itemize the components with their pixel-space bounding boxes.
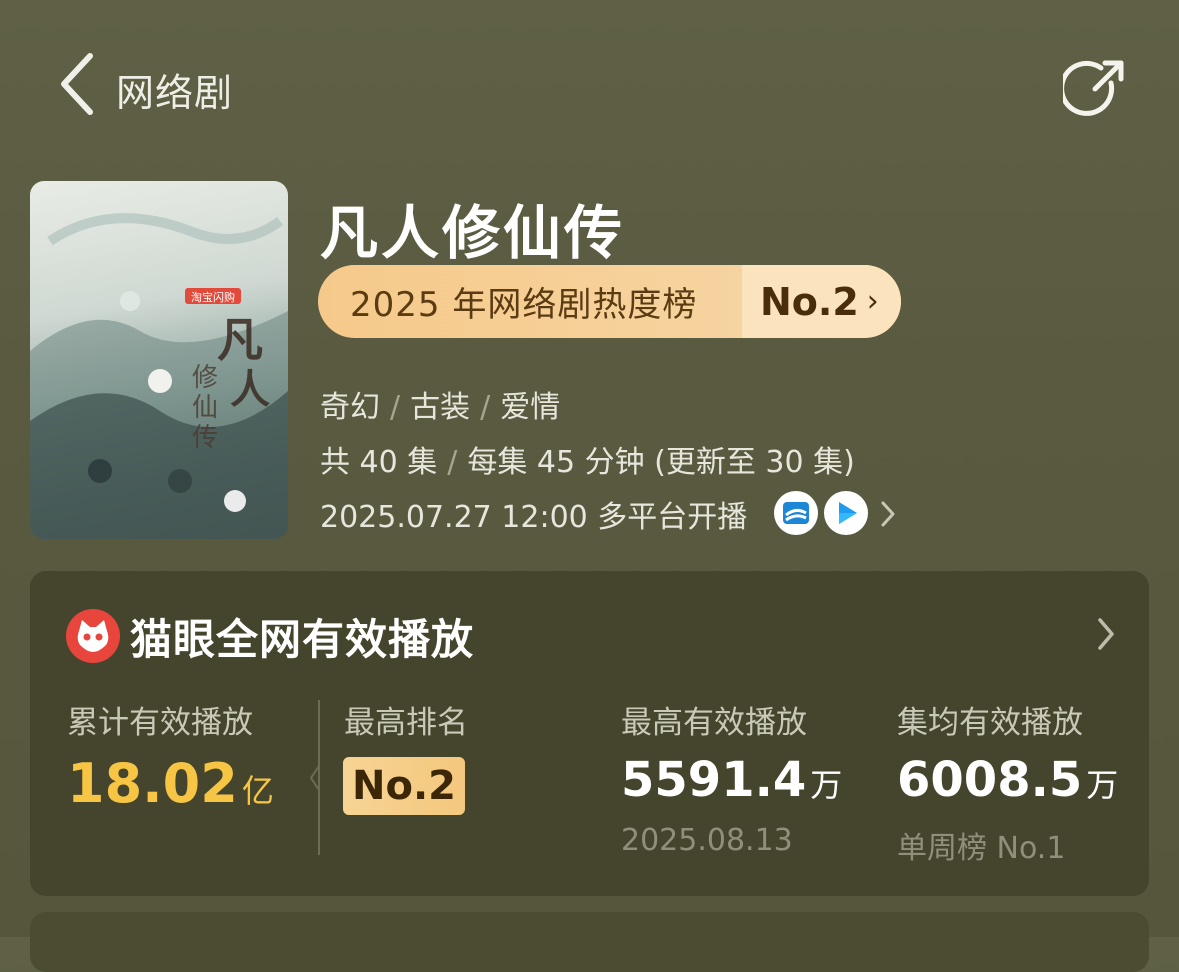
stat-unit: 万 [810, 766, 843, 804]
stat-label-peak: 最高有效播放 [621, 705, 807, 741]
next-card [30, 912, 1149, 972]
stat-number: 5591.4 [621, 752, 807, 808]
svg-text:传: 传 [192, 423, 218, 453]
premiere-info[interactable]: 2025.07.27 12:00 多平台开播 [320, 492, 747, 536]
stat-label-total: 累计有效播放 [67, 705, 253, 741]
share-button[interactable] [1063, 57, 1127, 121]
maoyan-cat-icon [66, 609, 120, 663]
divider-notch [309, 765, 320, 791]
ranking-value: No.2 [760, 279, 859, 324]
stat-value-total: 18.02 亿 [67, 752, 274, 815]
page-title: 网络剧 [116, 71, 234, 115]
stat-number: 18.02 [67, 752, 238, 815]
chevron-right-icon[interactable] [1096, 616, 1116, 652]
svg-text:修: 修 [192, 363, 218, 393]
genre-list: 奇幻 / 古装 / 爱情 [320, 390, 561, 425]
zhejiang-tv-icon[interactable] [774, 491, 818, 535]
genre-tag: 奇幻 [320, 390, 380, 425]
premiere-date: 2025.07.27 12:00 多平台开播 [320, 500, 748, 535]
svg-text:凡: 凡 [217, 313, 263, 367]
poster-image[interactable]: 淘宝闪购 凡 人 修 仙 传 [30, 181, 288, 539]
stat-sub-peak-date: 2025.08.13 [621, 823, 793, 858]
episode-info: 共 40 集 / 每集 45 分钟 (更新至 30 集) [320, 445, 855, 480]
card-title: 猫眼全网有效播放 [130, 615, 475, 664]
chevron-right-icon[interactable] [880, 500, 896, 528]
svg-text:仙: 仙 [192, 393, 218, 423]
svg-text:人: 人 [230, 366, 270, 413]
share-icon [1063, 60, 1124, 116]
poster-art: 淘宝闪购 凡 人 修 仙 传 [30, 213, 288, 539]
stat-value-peak: 5591.4 万 [621, 752, 842, 808]
youku-icon[interactable] [824, 491, 868, 535]
genre-tag: 古装 [410, 390, 471, 425]
episode-count: 共 40 集 [320, 445, 438, 480]
ranking-label: 2025 年网络剧热度榜 [350, 285, 698, 325]
stat-unit: 万 [1086, 766, 1119, 804]
episode-duration: 每集 45 分钟 (更新至 30 集) [467, 445, 855, 480]
ranking-badge[interactable]: 2025 年网络剧热度榜 No.2 › [318, 265, 901, 338]
stat-label-average: 集均有效播放 [897, 705, 1083, 741]
back-button[interactable] [58, 52, 98, 116]
stat-sub-weekly-rank: 单周榜 No.1 [897, 831, 1066, 866]
chevron-left-icon [61, 53, 93, 115]
show-title: 凡人修仙传 [320, 199, 626, 267]
stat-label-rank: 最高排名 [344, 705, 468, 741]
poster-badge: 淘宝闪购 [191, 290, 235, 304]
genre-tag: 爱情 [500, 390, 561, 425]
stat-value-rank: No.2 [343, 757, 465, 815]
stat-value-average: 6008.5 万 [897, 752, 1118, 808]
stat-number: 6008.5 [897, 752, 1083, 808]
chevron-right-icon: › [866, 284, 879, 319]
ranking-value-box: No.2 › [742, 265, 901, 338]
stat-unit: 亿 [241, 772, 274, 810]
